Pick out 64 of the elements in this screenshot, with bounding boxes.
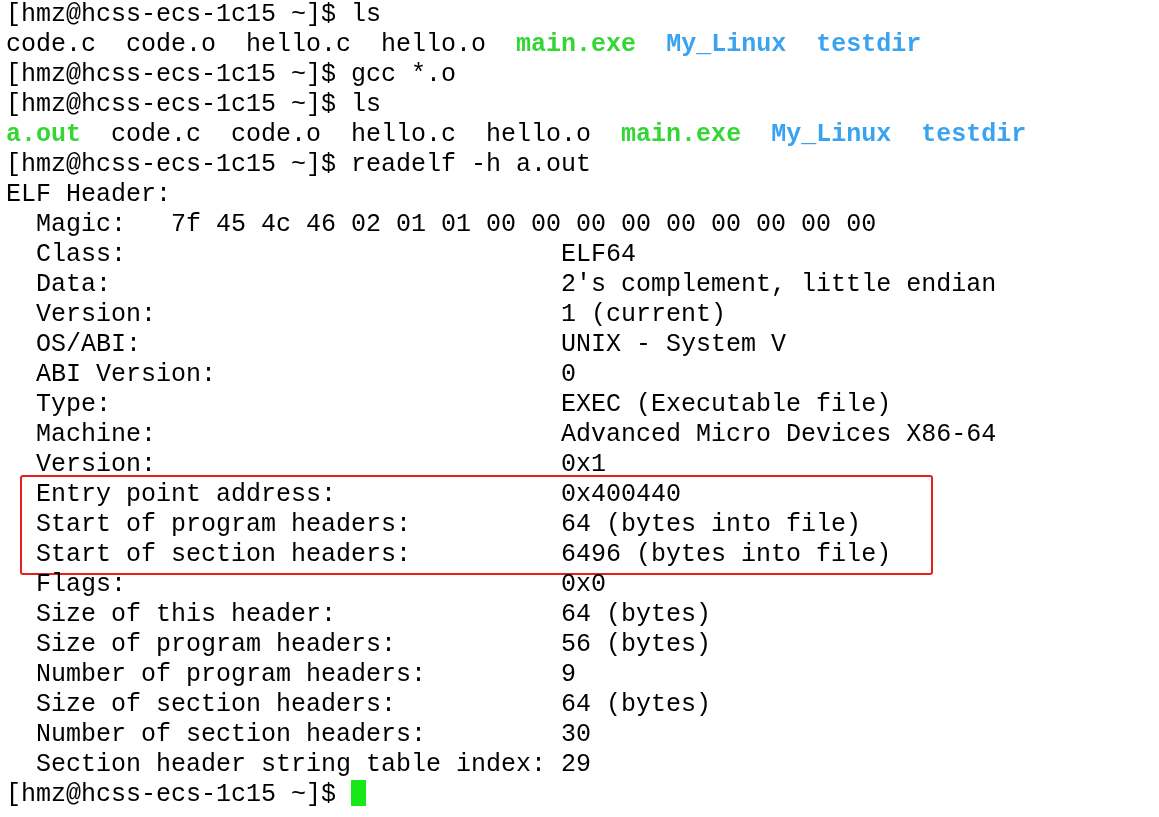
field-label: Machine: xyxy=(36,420,158,450)
shell-prompt: [hmz@hcss-ecs-1c15 ~]$ xyxy=(6,150,337,179)
field-label: Start of program headers: xyxy=(36,510,413,540)
field-label: Entry point address: xyxy=(36,480,338,510)
field-label: Size of section headers: xyxy=(36,690,398,720)
field-value: Advanced Micro Devices X86-64 xyxy=(561,420,997,449)
field-label: Size of this header: xyxy=(36,600,338,630)
field-value: 1 (current) xyxy=(561,300,727,329)
field-value: 6496 (bytes into file) xyxy=(561,540,892,569)
field-value: UNIX - System V xyxy=(561,330,787,359)
file-name: hello.o xyxy=(381,30,487,59)
field-label: Section header string table index: xyxy=(36,750,548,780)
field-value: 7f 45 4c 46 02 01 01 00 00 00 00 00 00 00 00 00 xyxy=(171,210,877,239)
file-name: hello.c xyxy=(351,120,457,149)
shell-prompt: [hmz@hcss-ecs-1c15 ~]$ xyxy=(6,780,337,809)
field-label: OS/ABI: xyxy=(36,330,143,360)
field-label: Start of section headers: xyxy=(36,540,413,570)
field-label: Number of program headers: xyxy=(36,660,428,690)
field-label: Size of program headers: xyxy=(36,630,398,660)
command-text: ls xyxy=(351,0,382,29)
text-cursor xyxy=(351,780,367,806)
shell-prompt: [hmz@hcss-ecs-1c15 ~]$ xyxy=(6,60,337,89)
field-label: Class: xyxy=(36,240,127,270)
file-name: code.o xyxy=(231,120,322,149)
file-name: hello.o xyxy=(486,120,592,149)
field-value: ELF64 xyxy=(561,240,637,269)
field-label: Magic: xyxy=(36,210,127,240)
file-name: main.exe xyxy=(516,30,637,59)
field-label: Flags: xyxy=(36,570,127,600)
file-name: testdir xyxy=(921,120,1027,149)
field-value: 30 xyxy=(561,720,592,749)
field-value: 29 xyxy=(561,750,592,779)
file-name: hello.c xyxy=(246,30,352,59)
shell-prompt: [hmz@hcss-ecs-1c15 ~]$ xyxy=(6,0,337,29)
field-label: Number of section headers: xyxy=(36,720,428,750)
command-text: ls xyxy=(351,90,382,119)
field-value: EXEC (Executable file) xyxy=(561,390,892,419)
field-value: 2's complement, little endian xyxy=(561,270,997,299)
field-value: 0x400440 xyxy=(561,480,682,509)
field-value: 64 (bytes into file) xyxy=(561,510,862,539)
file-name: a.out xyxy=(6,120,81,149)
field-label: Data: xyxy=(36,270,112,300)
field-value: 0 xyxy=(561,360,577,389)
field-value: 64 (bytes) xyxy=(561,690,712,719)
field-value: 0x1 xyxy=(561,450,607,479)
file-name: My_Linux xyxy=(666,30,787,59)
field-label: Version: xyxy=(36,450,158,480)
field-label: Type: xyxy=(36,390,112,420)
field-value: 0x0 xyxy=(561,570,607,599)
file-name: main.exe xyxy=(621,120,742,149)
command-text: gcc *.o xyxy=(351,60,457,89)
file-name: code.c xyxy=(6,30,96,59)
command-text: readelf -h a.out xyxy=(351,150,592,179)
shell-prompt: [hmz@hcss-ecs-1c15 ~]$ xyxy=(6,90,337,119)
file-name: code.c xyxy=(111,120,202,149)
output-heading: ELF Header: xyxy=(6,180,172,209)
field-value: 56 (bytes) xyxy=(561,630,712,659)
field-value: 9 xyxy=(561,660,577,689)
field-label: ABI Version: xyxy=(36,360,218,390)
field-label: Version: xyxy=(36,300,158,330)
file-name: testdir xyxy=(816,30,922,59)
file-name: My_Linux xyxy=(771,120,892,149)
field-value: 64 (bytes) xyxy=(561,600,712,629)
file-name: code.o xyxy=(126,30,217,59)
